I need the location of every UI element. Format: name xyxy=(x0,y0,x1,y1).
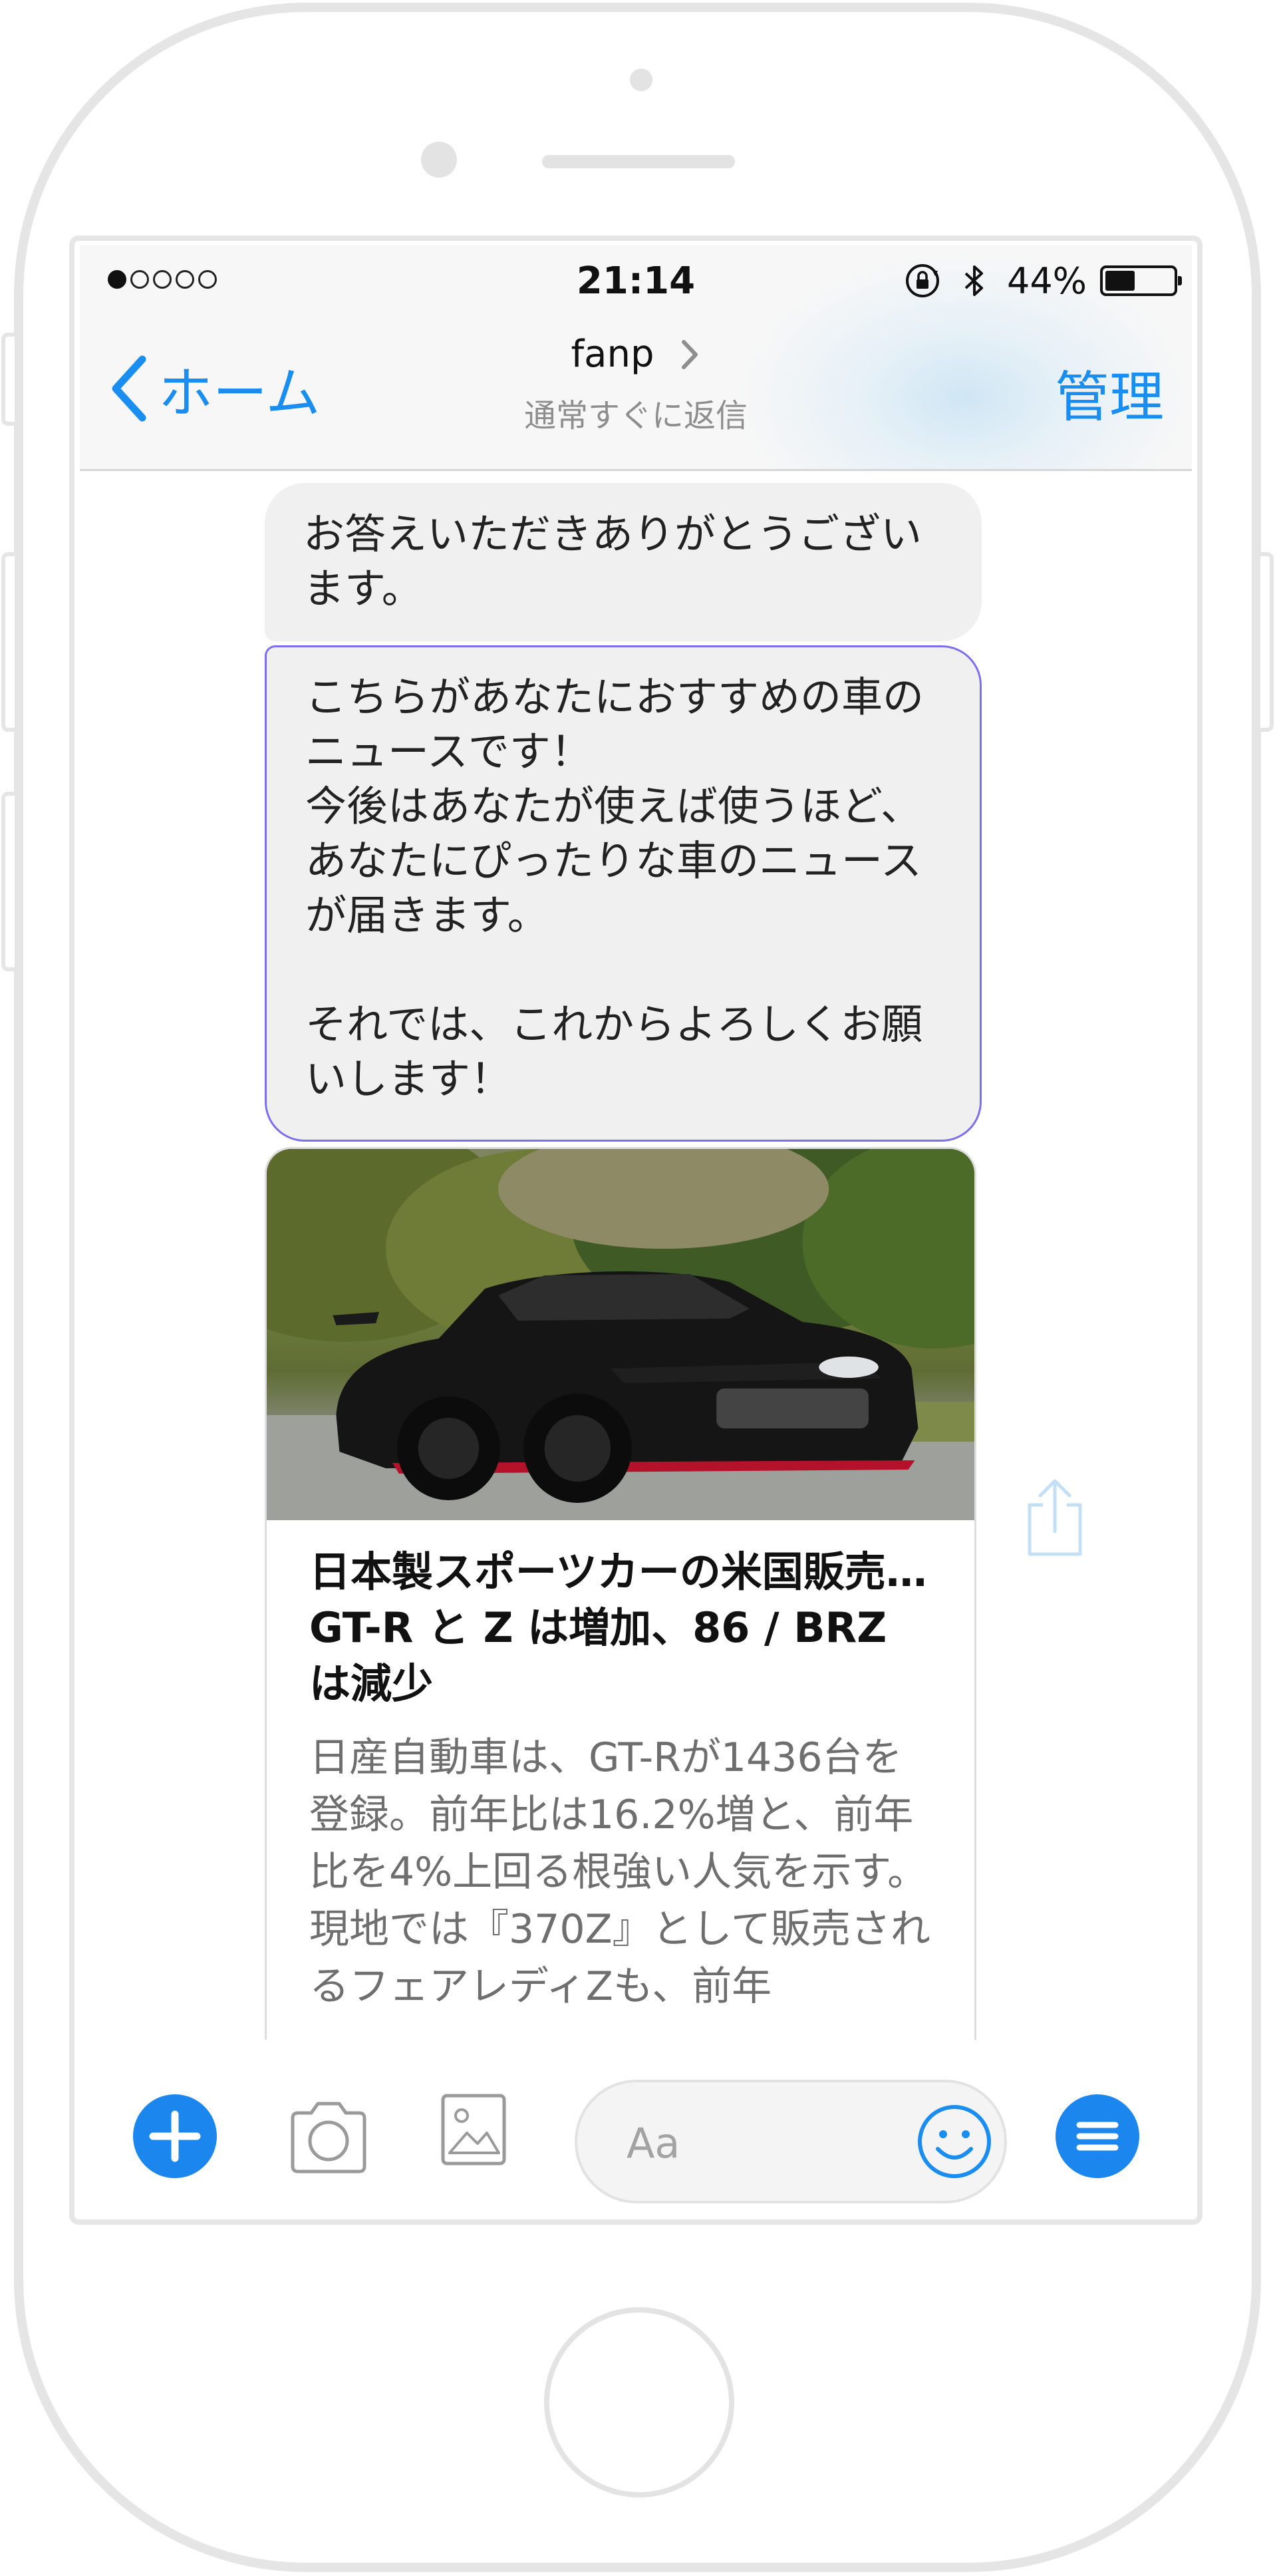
menu-button[interactable] xyxy=(1056,2094,1139,2178)
manage-button[interactable]: 管理 xyxy=(1055,353,1164,432)
conversation-title[interactable]: fanp 通常すぐに返信 xyxy=(80,333,1192,436)
message-bubble: お答えいただきありがとうございます。 xyxy=(265,483,982,641)
composer-bar xyxy=(80,2040,1192,2214)
response-time-status: 通常すぐに返信 xyxy=(523,397,748,434)
news-card-description: 日産自動車は、GT-Rが1436台を登録。前年比は16.2%増と、前年比を4%上… xyxy=(309,1734,930,2010)
message-bubble-selected[interactable]: こちらがあなたにおすすめの車のニュースです！ 今後はあなたが使えば使うほど、あな… xyxy=(265,645,982,1142)
share-icon[interactable] xyxy=(1023,1476,1087,1558)
message-list[interactable]: お答えいただきありがとうございます。 こちらがあなたにおすすめの車のニュースです… xyxy=(80,471,1192,2040)
news-card[interactable]: 日本製スポーツカーの米国販売…GT-R と Z は増加、86 / BRZ は減少… xyxy=(265,1147,976,2040)
battery-percent: 44% xyxy=(1006,259,1087,302)
more-actions-button[interactable] xyxy=(133,2094,217,2178)
page-title: fanp xyxy=(571,333,654,376)
status-bar: 21:14 44% xyxy=(80,245,1192,305)
power-button xyxy=(1260,552,1274,732)
header: 21:14 44% ホーム fanp 通常すぐに返信 管理 xyxy=(80,245,1192,471)
smiley-icon[interactable] xyxy=(915,2102,994,2181)
earpiece-speaker xyxy=(542,155,735,168)
volume-down-button xyxy=(1,792,15,971)
volume-up-button xyxy=(1,552,15,732)
camera-icon[interactable] xyxy=(286,2098,371,2175)
chevron-right-icon xyxy=(681,339,698,369)
rotation-lock-icon xyxy=(905,264,939,297)
battery-icon xyxy=(1100,265,1182,296)
news-card-image xyxy=(267,1149,974,1520)
screen: 21:14 44% ホーム fanp 通常すぐに返信 管理 お答えいただきありが… xyxy=(69,236,1203,2225)
message-input[interactable] xyxy=(625,2113,891,2173)
menu-icon xyxy=(1076,2122,1119,2151)
bluetooth-icon xyxy=(964,265,983,296)
plus-icon xyxy=(149,2110,201,2162)
news-card-title: 日本製スポーツカーの米国販売…GT-R と Z は増加、86 / BRZ は減少 xyxy=(309,1547,927,1708)
front-camera xyxy=(421,142,457,178)
photo-icon[interactable] xyxy=(439,2092,508,2168)
proximity-sensor xyxy=(630,69,652,91)
home-button[interactable] xyxy=(544,2307,734,2497)
navigation-bar: ホーム fanp 通常すぐに返信 管理 xyxy=(80,305,1192,471)
ringer-switch xyxy=(1,333,15,426)
message-input-container[interactable] xyxy=(575,2080,1007,2203)
